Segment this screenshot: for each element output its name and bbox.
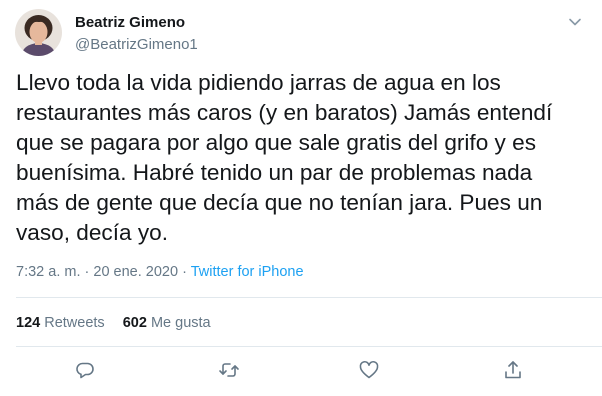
likes-label: Me gusta: [150, 315, 211, 331]
tweet-text: Llevo toda la vida pidiendo jarras de ag…: [16, 70, 553, 245]
heart-icon: [359, 361, 379, 379]
meta-separator: ·: [84, 264, 90, 280]
tweet-source[interactable]: Twitter for iPhone: [191, 264, 304, 280]
chevron-down-icon[interactable]: [567, 14, 583, 30]
reply-button[interactable]: [74, 359, 96, 381]
tweet-time[interactable]: 7:32 a. m.: [16, 264, 80, 280]
retweet-icon: [219, 363, 239, 377]
tweet-date[interactable]: 20 ene. 2020: [93, 264, 178, 280]
tweet-meta: 7:32 a. m. · 20 ene. 2020 · Twitter for …: [16, 263, 304, 281]
divider: [16, 297, 602, 298]
author-handle[interactable]: @BeatrizGimeno1: [75, 36, 198, 54]
retweets-label: Retweets: [44, 315, 105, 331]
likes-count: 602: [122, 315, 147, 331]
share-button[interactable]: [502, 359, 524, 381]
share-icon: [505, 361, 521, 379]
retweets-stat[interactable]: 124 Retweets: [16, 314, 105, 332]
likes-stat[interactable]: 602 Me gusta: [123, 314, 211, 332]
author-name[interactable]: Beatriz Gimeno: [75, 14, 185, 32]
retweet-button[interactable]: [218, 359, 240, 381]
avatar[interactable]: [15, 9, 62, 56]
meta-separator: ·: [182, 264, 187, 280]
like-button[interactable]: [358, 359, 380, 381]
retweets-count: 124: [16, 315, 41, 331]
tweet-stats: 124 Retweets 602 Me gusta: [16, 314, 211, 332]
reply-icon: [76, 362, 94, 379]
divider: [16, 346, 602, 347]
